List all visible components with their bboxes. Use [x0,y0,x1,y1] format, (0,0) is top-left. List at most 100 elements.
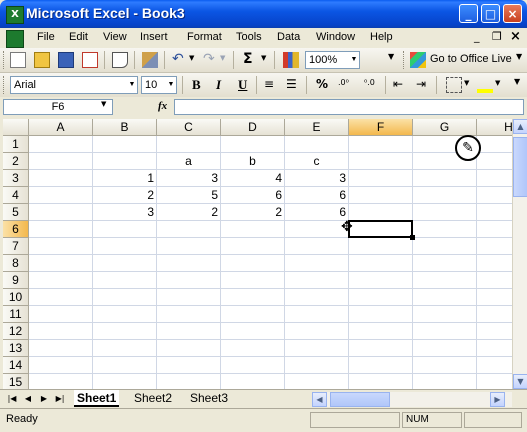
row-header-3[interactable]: 3 [3,170,29,187]
font-size-dropdown-icon[interactable]: ▼ [166,77,176,93]
column-header-h[interactable]: H [477,119,512,136]
cell-b3[interactable]: 1 [93,170,156,187]
column-header-b[interactable]: B [93,119,157,136]
name-box[interactable]: F6 [3,99,113,115]
percent-style-button[interactable]: % [316,77,328,91]
row-header-2[interactable]: 2 [3,153,29,170]
fill-handle[interactable] [410,235,415,240]
cell-e5[interactable]: 6 [285,204,348,221]
row-header-5[interactable]: 5 [3,204,29,221]
font-combo[interactable]: Arial ▼ [10,76,138,94]
column-header-e[interactable]: E [285,119,349,136]
minimize-button[interactable]: _ [459,4,478,23]
horizontal-scrollbar[interactable]: ◀ ▶ [312,392,512,407]
column-header-d[interactable]: D [221,119,285,136]
new-icon[interactable] [10,52,26,68]
print-preview-icon[interactable] [112,52,128,68]
row-header-15[interactable]: 15 [3,374,29,389]
merge-center-icon[interactable]: ☰ [286,77,297,91]
row-header-4[interactable]: 4 [3,187,29,204]
toolbar-grip[interactable] [403,51,407,69]
row-header-6[interactable]: 6 [3,221,29,238]
toolbar-grip[interactable] [3,76,7,94]
column-header-a[interactable]: A [29,119,93,136]
research-icon[interactable] [142,52,158,68]
underline-button[interactable]: U [238,77,247,93]
doc-minimize-button[interactable]: _ [474,30,480,43]
toolbar-options-icon[interactable]: ▼ [516,52,522,61]
first-sheet-button[interactable]: |◀ [6,392,18,406]
row-header-8[interactable]: 8 [3,255,29,272]
toolbar-options-icon[interactable]: ▼ [514,77,520,86]
row-header-7[interactable]: 7 [3,238,29,255]
fill-color-icon[interactable] [477,77,493,93]
sheet-tab-sheet1[interactable]: Sheet1 [74,390,120,407]
cell-c4[interactable]: 5 [157,187,220,204]
align-center-icon[interactable]: ≡ [264,77,274,91]
italic-button[interactable]: I [216,77,221,93]
cell-d4[interactable]: 6 [221,187,284,204]
doc-close-button[interactable]: × [510,29,521,44]
menu-data[interactable]: Data [277,31,300,43]
redo-dropdown-icon[interactable]: ▼ [220,54,225,62]
go-to-office-live-button[interactable]: Go to Office Live [430,53,512,65]
sheet-tab-sheet2[interactable]: Sheet2 [131,390,175,407]
decrease-decimal-icon[interactable]: ⁰.0 [364,78,375,87]
scroll-left-button[interactable]: ◀ [312,392,327,407]
open-icon[interactable] [34,52,50,68]
scroll-up-button[interactable]: ▲ [513,119,527,134]
cell-c2[interactable]: a [157,153,220,170]
autosum-dropdown-icon[interactable]: ▼ [261,54,266,62]
row-header-11[interactable]: 11 [3,306,29,323]
increase-decimal-icon[interactable]: .0⁰ [338,78,349,87]
increase-indent-icon[interactable]: ⇥ [416,77,426,91]
close-button[interactable]: × [503,4,522,23]
cell-b5[interactable]: 3 [93,204,156,221]
excel-app-icon[interactable]: X [6,6,24,24]
sheet-tab-sheet3[interactable]: Sheet3 [187,390,231,407]
menu-format[interactable]: Format [187,31,222,43]
office-assistant-icon[interactable]: ✎ [455,135,481,161]
borders-dropdown-icon[interactable]: ▼ [464,79,469,87]
undo-dropdown-icon[interactable]: ▼ [189,54,194,62]
scroll-right-button[interactable]: ▶ [490,392,505,407]
cell-d3[interactable]: 4 [221,170,284,187]
worksheet-grid[interactable]: A B C D E F G H 1 2 3 4 5 6 7 8 9 10 11 12 13 14 15 a b c 1 3 4 3 2 5 6 6… [3,119,512,389]
vertical-scrollbar[interactable]: ▲ ▼ [512,119,527,389]
maximize-button[interactable]: □ [481,4,500,23]
select-all-corner[interactable] [3,119,29,136]
name-box-dropdown-icon[interactable]: ▼ [101,100,106,108]
row-header-13[interactable]: 13 [3,340,29,357]
row-header-14[interactable]: 14 [3,357,29,374]
cell-c5[interactable]: 2 [157,204,220,221]
row-header-12[interactable]: 12 [3,323,29,340]
column-header-c[interactable]: C [157,119,221,136]
borders-icon[interactable] [446,77,462,93]
menu-view[interactable]: View [103,31,127,43]
decrease-indent-icon[interactable]: ⇤ [393,77,403,91]
menu-insert[interactable]: Insert [140,31,168,43]
font-size-combo[interactable]: 10 ▼ [141,76,177,94]
toolbar-grip[interactable] [3,51,7,69]
scroll-down-button[interactable]: ▼ [513,374,527,389]
last-sheet-button[interactable]: ▶| [54,392,66,406]
menu-tools[interactable]: Tools [236,31,262,43]
cell-d5[interactable]: 2 [221,204,284,221]
formula-input[interactable] [174,99,524,115]
chart-wizard-icon[interactable] [283,52,299,68]
insert-function-button[interactable]: fx [158,100,167,112]
cell-e2[interactable]: c [285,153,348,170]
cell-e3[interactable]: 3 [285,170,348,187]
redo-icon[interactable]: ↷ [203,51,215,67]
next-sheet-button[interactable]: ▶ [38,392,50,406]
font-dropdown-icon[interactable]: ▼ [127,77,137,93]
row-header-1[interactable]: 1 [3,136,29,153]
cell-e4[interactable]: 6 [285,187,348,204]
autosum-icon[interactable]: Σ [243,51,253,67]
permission-icon[interactable] [82,52,98,68]
prev-sheet-button[interactable]: ◀ [22,392,34,406]
row-header-10[interactable]: 10 [3,289,29,306]
active-cell-selection[interactable] [348,220,413,238]
title-bar[interactable]: X Microsoft Excel - Book3 _ □ × [0,0,527,28]
vertical-scroll-thumb[interactable] [513,137,527,197]
